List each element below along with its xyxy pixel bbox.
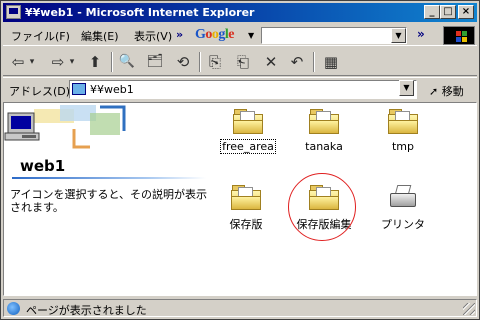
- toolbar-separator: [313, 52, 315, 72]
- menu-file[interactable]: ファイル(F): [11, 28, 70, 44]
- folder-icon: [232, 107, 264, 135]
- forward-icon[interactable]: ⇨: [49, 52, 67, 72]
- minimize-button[interactable]: _: [424, 5, 440, 19]
- standard-toolbar: ⇦ ▾ ⇨ ▾ ⬆ 🔍 🗂 ⟲ ⎘ ⎗ ✕ ↶ ▦: [3, 48, 477, 76]
- folder-view[interactable]: web1 アイコンを選択すると、その説明が表示されます。 free_area t…: [3, 102, 477, 296]
- title-bar[interactable]: ¥¥web1 - Microsoft Internet Explorer _ □…: [3, 3, 477, 22]
- up-folder-icon[interactable]: ⬆: [85, 52, 105, 72]
- delete-icon[interactable]: ✕: [261, 52, 281, 72]
- undo-icon[interactable]: ↶: [287, 52, 307, 72]
- menu-edit[interactable]: 編集(E): [81, 28, 119, 44]
- folder-item-tanaka[interactable]: tanaka: [289, 107, 359, 153]
- folder-banner-graphic: [4, 103, 204, 153]
- folder-icon: [230, 183, 262, 211]
- toolbar-separator: [111, 52, 113, 72]
- address-value: ¥¥web1: [90, 83, 134, 96]
- google-search-dropdown[interactable]: ▼: [391, 28, 406, 43]
- windows-logo-icon: [443, 26, 475, 45]
- folder-label: 保存版: [229, 218, 263, 231]
- google-toolbar-overflow[interactable]: »: [417, 27, 425, 41]
- folder-item-hozonban[interactable]: 保存版: [211, 183, 281, 232]
- printer-item[interactable]: プリンタ: [368, 183, 438, 232]
- folder-icon: [308, 107, 340, 135]
- back-dropdown-icon[interactable]: ▾: [27, 52, 37, 72]
- sidebar-divider: [12, 177, 206, 179]
- google-search-input[interactable]: [261, 27, 407, 44]
- google-menu-dropdown[interactable]: ▼: [248, 31, 254, 40]
- printer-label: プリンタ: [381, 218, 425, 231]
- network-computer-icon: [72, 83, 86, 95]
- app-icon[interactable]: [6, 5, 21, 19]
- move-to-icon[interactable]: ⎘: [205, 52, 225, 72]
- folder-icon: [387, 107, 419, 135]
- maximize-button[interactable]: □: [440, 5, 456, 19]
- folder-label: tanaka: [305, 140, 343, 153]
- printer-icon: [387, 183, 419, 211]
- window-title: ¥¥web1 - Microsoft Internet Explorer: [25, 6, 255, 19]
- history-icon[interactable]: ⟲: [173, 52, 193, 72]
- selection-description: アイコンを選択すると、その説明が表示されます。: [10, 188, 208, 214]
- highlight-circle: [288, 173, 356, 241]
- page-status-icon: [7, 302, 20, 315]
- status-panel: ページが表示されました: [3, 299, 477, 317]
- menu-overflow-button[interactable]: »: [176, 28, 183, 41]
- forward-dropdown-icon[interactable]: ▾: [67, 52, 77, 72]
- menu-view[interactable]: 表示(V): [134, 28, 172, 44]
- folder-item-free-area[interactable]: free_area: [213, 107, 283, 154]
- folder-title: web1: [20, 157, 66, 175]
- copy-to-icon[interactable]: ⎗: [233, 52, 253, 72]
- address-dropdown-button[interactable]: ▼: [399, 80, 414, 96]
- address-label: アドレス(D): [9, 85, 71, 98]
- folder-label: tmp: [391, 140, 414, 153]
- toolbar-separator: [199, 52, 201, 72]
- folders-icon[interactable]: 🗂: [145, 52, 165, 72]
- go-arrow-icon: ➚: [429, 85, 439, 98]
- go-label: 移動: [441, 85, 464, 98]
- resize-grip[interactable]: [463, 303, 475, 315]
- menu-bar: ファイル(F) 編集(E) 表示(V) » Google ▼ ▼ »: [3, 24, 477, 46]
- browser-window: ¥¥web1 - Microsoft Internet Explorer _ □…: [0, 0, 480, 320]
- search-icon[interactable]: 🔍: [117, 52, 137, 72]
- back-icon[interactable]: ⇦: [9, 52, 27, 72]
- folder-label: free_area: [220, 139, 276, 154]
- status-text: ページが表示されました: [26, 304, 147, 317]
- address-input[interactable]: ¥¥web1: [69, 80, 417, 99]
- status-bar: ページが表示されました: [3, 298, 477, 318]
- views-icon[interactable]: ▦: [319, 52, 343, 72]
- folder-item-tmp[interactable]: tmp: [368, 107, 438, 153]
- close-button[interactable]: ×: [458, 5, 474, 19]
- go-button[interactable]: ➚ 移動: [429, 83, 464, 99]
